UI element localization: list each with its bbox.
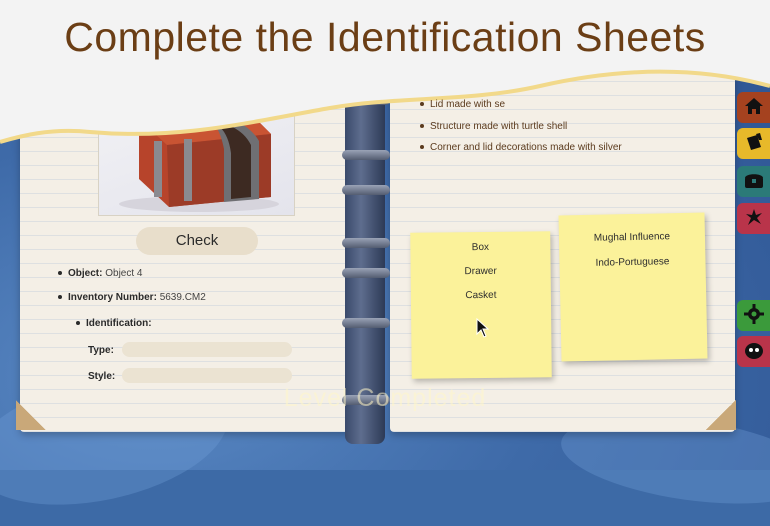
fact-text: Structure made with turtle shell	[430, 121, 568, 132]
bullet-icon	[420, 124, 424, 129]
bullet-icon	[58, 295, 62, 300]
style-option-mughal[interactable]: Mughal Influence	[559, 230, 705, 244]
mouse-cursor-icon	[476, 317, 490, 342]
page-title: Complete the Identification Sheets	[64, 14, 706, 60]
type-option-casket[interactable]: Casket	[411, 289, 551, 301]
character-tab[interactable]	[737, 336, 770, 367]
binder-ring	[342, 318, 390, 328]
identification-row: Identification:	[76, 318, 152, 329]
bullet-icon	[58, 271, 62, 276]
fact-text: Lid made with se	[430, 99, 506, 110]
settings-tab[interactable]	[737, 300, 770, 331]
binder-ring	[342, 268, 390, 278]
type-option-box[interactable]: Box	[410, 241, 550, 253]
style-drop-field[interactable]	[122, 368, 292, 383]
collection-tab[interactable]	[737, 166, 770, 197]
character-icon	[743, 340, 765, 364]
style-label: Style:	[88, 371, 116, 382]
bookmark-icon	[744, 132, 764, 156]
fact-text: Corner and lid decorations made with sil…	[430, 142, 622, 153]
splat-icon	[744, 207, 764, 231]
fact-item: Structure made with turtle shell	[420, 121, 567, 132]
type-sticky-note: Box Drawer Casket	[410, 231, 552, 379]
inventory-label: Inventory Number:	[68, 292, 157, 303]
identification-label: Identification:	[86, 318, 152, 329]
home-tab[interactable]	[737, 92, 770, 123]
home-icon	[744, 97, 764, 119]
check-button[interactable]: Check	[136, 227, 258, 255]
bullet-icon	[420, 145, 424, 150]
object-row: Object: Object 4	[58, 268, 142, 279]
tools-tab[interactable]	[737, 203, 770, 234]
inventory-value: 5639.CM2	[159, 292, 206, 303]
style-option-indo-portuguese[interactable]: Indo-Portuguese	[559, 255, 705, 269]
chest-icon	[743, 171, 765, 193]
type-label: Type:	[88, 345, 114, 356]
binder-ring	[342, 185, 390, 195]
level-completed-text: Level Completed	[283, 384, 487, 412]
bookmark-tab[interactable]	[737, 128, 770, 159]
binder-ring	[342, 238, 390, 248]
gear-icon	[743, 303, 764, 328]
fact-item: Corner and lid decorations made with sil…	[420, 142, 622, 153]
inventory-row: Inventory Number: 5639.CM2	[58, 292, 206, 303]
bullet-icon	[76, 321, 80, 326]
bullet-icon	[420, 102, 424, 107]
binder-ring	[342, 150, 390, 160]
fact-item: Lid made with se	[420, 99, 505, 110]
object-value: Object 4	[105, 268, 143, 279]
type-drop-field[interactable]	[122, 342, 292, 357]
style-sticky-note: Mughal Influence Indo-Portuguese	[558, 212, 708, 362]
type-option-drawer[interactable]: Drawer	[411, 265, 551, 277]
object-label: Object:	[68, 268, 103, 279]
